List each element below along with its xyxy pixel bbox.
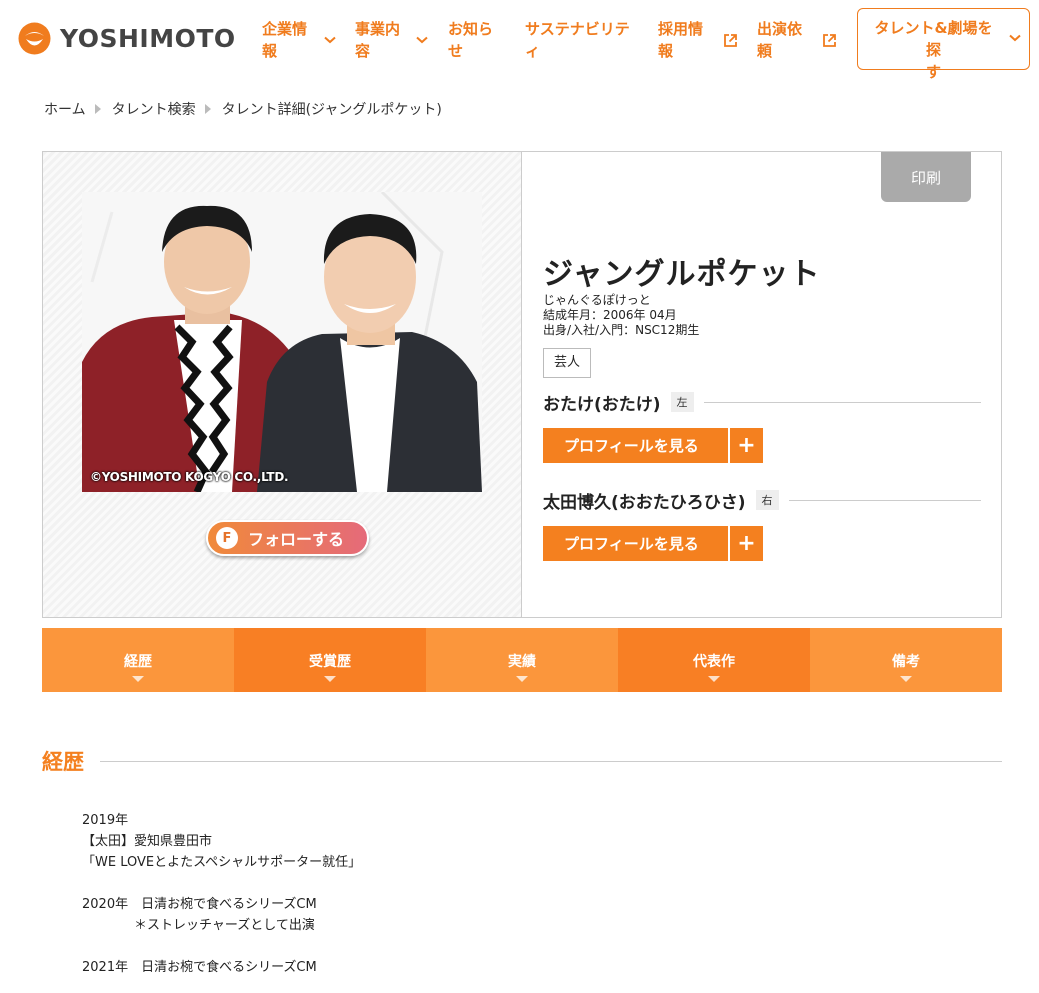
talent-photo: ©YOSHIMOTO KOGYO CO.,LTD. <box>82 192 482 492</box>
category-tag: 芸人 <box>543 348 592 378</box>
caret-down-icon <box>708 676 720 682</box>
chevron-down-icon <box>1009 34 1021 42</box>
nav-sustainability[interactable]: サステナビリティ <box>525 18 630 62</box>
nav-label: せ <box>448 42 464 60</box>
nav-label: 報 <box>658 42 674 60</box>
nav-label: お知ら <box>448 20 494 38</box>
tab-achievements[interactable]: 実績 <box>426 628 618 692</box>
tab-label: 実績 <box>508 654 536 670</box>
nav-news[interactable]: お知らせ <box>448 18 493 62</box>
plus-icon: + <box>728 428 763 463</box>
view-profile-label: プロフィールを見る <box>564 535 699 553</box>
caret-down-icon <box>900 676 912 682</box>
nav-label: 頼 <box>757 42 773 60</box>
nav-label: ィ <box>525 42 541 60</box>
member-name: おたけ(おたけ) <box>543 394 661 415</box>
nav-label: 報 <box>262 42 278 60</box>
member-position-badge: 左 <box>670 392 694 412</box>
section-title: 経歴 <box>42 750 84 774</box>
career-line: 2020年 日清お椀で食べるシリーズCM <box>82 897 317 912</box>
logo-mark-icon <box>18 22 51 55</box>
career-line: 【太田】愛知県豊田市 <box>82 834 213 849</box>
section-tabs: 経歴 受賞歴 実績 代表作 備考 <box>42 628 1002 692</box>
nav-company-info[interactable]: 企業情報 <box>262 18 336 62</box>
nav-label: 出演依 <box>757 20 803 38</box>
talent-theater-search-button[interactable]: タレント&劇場を探 す <box>857 8 1030 81</box>
career-line <box>82 936 361 957</box>
talent-profile-card: ©YOSHIMOTO KOGYO CO.,LTD. F フォローする 印刷 ジャ… <box>42 151 1002 618</box>
view-profile-label: プロフィールを見る <box>564 437 699 455</box>
tab-awards[interactable]: 受賞歴 <box>234 628 426 692</box>
nav-label: サステナビリテ <box>525 20 630 38</box>
follow-button[interactable]: F フォローする <box>206 520 369 556</box>
tab-label: 経歴 <box>124 654 152 670</box>
member-otake: おたけ(おたけ) 左 プロフィールを見る + <box>543 390 981 463</box>
talent-name: ジャングルポケット <box>543 257 821 292</box>
chevron-down-icon <box>416 36 428 44</box>
divider <box>788 499 981 501</box>
chevron-down-icon <box>324 36 336 44</box>
nav-booking[interactable]: 出演依頼 <box>757 18 837 62</box>
nav-label: 企業情 <box>262 20 308 38</box>
member-name: 太田博久(おおたひろひさ) <box>543 492 746 513</box>
info-panel: 印刷 ジャングルポケット じゃんぐるぽけっと 結成年月：2006年 04月 出身… <box>523 152 1001 617</box>
divider <box>100 760 1002 762</box>
tab-label: 代表作 <box>693 654 735 670</box>
tab-label: 備考 <box>892 654 920 670</box>
external-link-icon <box>724 33 737 47</box>
search-button-label: タレント&劇場を探 <box>874 19 993 59</box>
search-button-label: す <box>925 63 941 81</box>
tab-representative-works[interactable]: 代表作 <box>618 628 810 692</box>
view-profile-button[interactable]: プロフィールを見る + <box>543 428 763 463</box>
tab-label: 受賞歴 <box>309 654 351 670</box>
divider <box>703 401 981 403</box>
career-section-header: 経歴 <box>42 746 1002 776</box>
nav-label: 採用情 <box>658 20 704 38</box>
breadcrumb-separator-icon <box>204 104 211 114</box>
tab-career[interactable]: 経歴 <box>42 628 234 692</box>
external-link-icon <box>823 33 836 47</box>
follow-f-icon: F <box>216 527 238 549</box>
caret-down-icon <box>516 676 528 682</box>
origin-info: 出身/入社/入門：NSC12期生 <box>543 323 700 337</box>
career-text: 2019年 【太田】愛知県豊田市 「WE LOVEとよたスペシャルサポーター就任… <box>82 810 361 978</box>
career-line: 「WE LOVEとよたスペシャルサポーター就任」 <box>82 855 362 870</box>
nav-business[interactable]: 事業内容 <box>355 18 428 62</box>
breadcrumb-talent-search[interactable]: タレント検索 <box>112 99 196 119</box>
photo-panel: ©YOSHIMOTO KOGYO CO.,LTD. F フォローする <box>43 152 522 617</box>
career-line: 2019年 <box>82 813 129 828</box>
site-header: YOSHIMOTO 企業情報 事業内容 お知らせ サステナビリティ 採用情報 出… <box>0 0 1039 81</box>
career-line: ＊ストレッチャーズとして出演 <box>82 918 315 933</box>
talent-meta: じゃんぐるぽけっと 結成年月：2006年 04月 出身/入社/入門：NSC12期… <box>543 293 699 338</box>
formed-date: 結成年月：2006年 04月 <box>543 308 677 322</box>
member-position-badge: 右 <box>755 490 779 510</box>
caret-down-icon <box>324 676 336 682</box>
career-line <box>82 873 361 894</box>
view-profile-button[interactable]: プロフィールを見る + <box>543 526 763 561</box>
tab-notes[interactable]: 備考 <box>810 628 1002 692</box>
nav-recruit[interactable]: 採用情報 <box>658 18 738 62</box>
logo-text: YOSHIMOTO <box>60 24 236 53</box>
nav-label: 容 <box>355 42 371 60</box>
breadcrumb-current: タレント詳細(ジャングルポケット) <box>221 102 442 118</box>
breadcrumb: ホーム タレント検索 タレント詳細(ジャングルポケット) <box>44 99 442 119</box>
nav-label: 事業内 <box>355 20 401 38</box>
talent-reading: じゃんぐるぽけっと <box>543 293 651 307</box>
plus-icon: + <box>728 526 763 561</box>
breadcrumb-home[interactable]: ホーム <box>44 99 86 119</box>
breadcrumb-separator-icon <box>94 104 101 114</box>
caret-down-icon <box>132 676 144 682</box>
print-button[interactable]: 印刷 <box>881 152 971 202</box>
member-ota: 太田博久(おおたひろひさ) 右 プロフィールを見る + <box>543 488 981 561</box>
photo-credit: ©YOSHIMOTO KOGYO CO.,LTD. <box>90 470 289 484</box>
follow-label: フォローする <box>248 530 345 549</box>
yoshimoto-logo[interactable]: YOSHIMOTO <box>18 22 236 55</box>
career-line: 2021年 日清お椀で食べるシリーズCM <box>82 960 317 975</box>
